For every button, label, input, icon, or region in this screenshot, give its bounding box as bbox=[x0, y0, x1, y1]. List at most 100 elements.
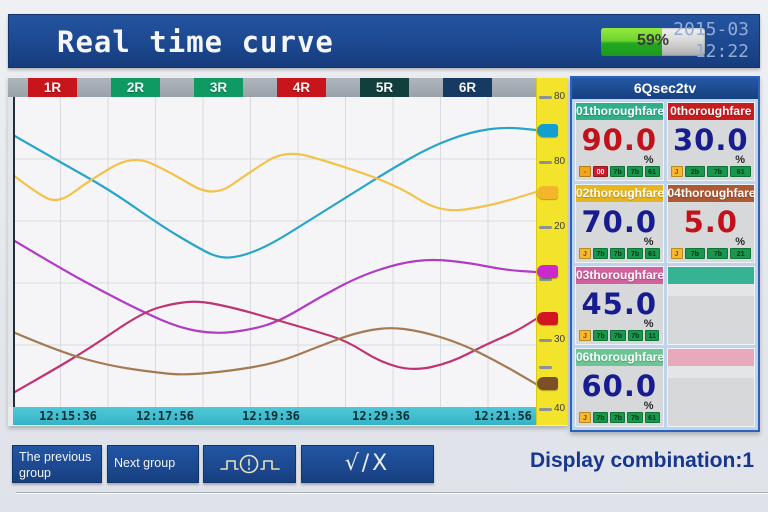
alarm-badge: 7b bbox=[610, 248, 625, 259]
page-title: Real time curve bbox=[57, 25, 334, 59]
crimson-curve bbox=[13, 302, 536, 393]
time-tick-label: 12:15:36 bbox=[39, 409, 97, 423]
title-bar: Real time curve 59% 2015-03 12:22 bbox=[8, 14, 760, 68]
display-combination-value: 1 bbox=[742, 449, 754, 472]
alarm-badge: 7b bbox=[610, 412, 625, 423]
channel-cell-04thoroughfare[interactable]: 04thoroughfare5.0%J7b7b21 bbox=[667, 184, 756, 263]
tab-6r[interactable]: 6R bbox=[443, 78, 492, 97]
empty-cell-band bbox=[668, 366, 755, 378]
channel-value: 30.0 bbox=[668, 123, 755, 157]
tab-3r[interactable]: 3R bbox=[194, 78, 243, 97]
footer-divider bbox=[16, 492, 768, 494]
channel-value: 60.0 bbox=[576, 369, 663, 403]
channel-name-header: 06thoroughfare bbox=[576, 349, 663, 366]
next-group-button[interactable]: Next group bbox=[107, 445, 199, 483]
alarm-badges-row: J7b7b7b61 bbox=[579, 248, 660, 259]
alarm-badge: 7b bbox=[628, 330, 643, 341]
time-tick-label: 12:19:36 bbox=[242, 409, 300, 423]
alarm-badge: J bbox=[671, 248, 683, 259]
time-axis-bar: 12:15:3612:17:5612:19:3612:29:3612:21:56 bbox=[13, 407, 536, 425]
alarm-badge: 61 bbox=[645, 412, 660, 423]
alarm-badge: 7b bbox=[707, 166, 728, 177]
alarm-badge: J bbox=[579, 330, 591, 341]
red-marker bbox=[537, 312, 558, 325]
alarm-badge: 21 bbox=[730, 248, 751, 259]
check-cross-label: √/X bbox=[345, 450, 391, 478]
alarm-badge: 61 bbox=[645, 248, 660, 259]
alarm-badges-row: J2b7b61 bbox=[671, 166, 752, 177]
yellow-curve bbox=[13, 154, 536, 210]
alarm-badge: 61 bbox=[730, 166, 751, 177]
date-text: 2015-03 bbox=[673, 19, 749, 41]
alarm-badge: 7b bbox=[610, 330, 625, 341]
scale-tick bbox=[539, 226, 552, 229]
yellow-marker bbox=[537, 186, 558, 199]
scale-tick-label: 30 bbox=[554, 334, 565, 345]
cyan-curve bbox=[13, 128, 536, 258]
tab-2r[interactable]: 2R bbox=[111, 78, 160, 97]
confirm-cancel-button[interactable]: √/X bbox=[301, 445, 434, 483]
brown-marker bbox=[537, 377, 558, 390]
channel-name-header: 0thoroughfare bbox=[668, 103, 755, 120]
channel-value: 45.0 bbox=[576, 287, 663, 321]
alarm-badges-row: J7b7b7b11 bbox=[579, 330, 660, 341]
group-tabs-bar: 1R 2R 3R 4R 5R 6R bbox=[8, 78, 536, 97]
alarm-badge: 7b bbox=[593, 412, 608, 423]
alarm-badge: 2b bbox=[685, 166, 706, 177]
alarm-badge: 7b bbox=[627, 166, 642, 177]
trend-curves-svg bbox=[13, 97, 536, 407]
panel-interval-label: 6Qsec2tv bbox=[572, 78, 758, 99]
time-tick-label: 12:17:56 bbox=[136, 409, 194, 423]
alarm-badge: J bbox=[671, 166, 683, 177]
alarm-circuit-button[interactable] bbox=[203, 445, 296, 483]
channel-name-header bbox=[668, 349, 755, 366]
y-axis-line bbox=[13, 97, 15, 407]
time-tick-label: 12:29:36 bbox=[352, 409, 410, 423]
channel-cell-01thoroughfare[interactable]: 01thoroughfare90.0%▫007b7b61 bbox=[575, 102, 664, 181]
alarm-badges-row: J7b7b7b61 bbox=[579, 412, 660, 423]
channel-cell-0thoroughfare[interactable]: 0thoroughfare30.0%J2b7b61 bbox=[667, 102, 756, 181]
circuit-alarm-icon bbox=[219, 451, 281, 477]
channel-value: 5.0 bbox=[668, 205, 755, 239]
channel-cell-empty[interactable] bbox=[667, 266, 756, 345]
channel-cells-grid: 01thoroughfare90.0%▫007b7b610thoroughfar… bbox=[572, 99, 758, 430]
channel-name-header: 02thoroughfare bbox=[576, 185, 663, 202]
alarm-badge: J bbox=[579, 248, 591, 259]
brown-curve bbox=[13, 328, 536, 384]
tab-1r[interactable]: 1R bbox=[28, 78, 77, 97]
scale-tick bbox=[539, 366, 552, 369]
scale-tick-label: 80 bbox=[554, 91, 565, 102]
previous-group-button[interactable]: The previous group bbox=[12, 445, 102, 483]
alarm-badge: 61 bbox=[645, 166, 660, 177]
tab-4r[interactable]: 4R bbox=[277, 78, 326, 97]
channel-value: 90.0 bbox=[576, 123, 663, 157]
display-combination-label: Display combination: bbox=[530, 449, 742, 472]
channel-cell-03thoroughfare[interactable]: 03thoroughfare45.0%J7b7b7b11 bbox=[575, 266, 664, 345]
alarm-badge: ▫ bbox=[579, 166, 591, 177]
scale-strip: 80 80 20 30 40 bbox=[536, 78, 568, 425]
alarm-badge: 11 bbox=[645, 330, 660, 341]
channel-cell-02thoroughfare[interactable]: 02thoroughfare70.0%J7b7b7b61 bbox=[575, 184, 664, 263]
scale-tick-label: 40 bbox=[554, 403, 565, 414]
alarm-badge: J bbox=[579, 412, 591, 423]
channel-cell-empty[interactable] bbox=[667, 348, 756, 427]
alarm-badges-row: ▫007b7b61 bbox=[579, 166, 660, 177]
magenta-marker bbox=[537, 265, 558, 278]
alarm-badge: 7b bbox=[610, 166, 625, 177]
tab-5r[interactable]: 5R bbox=[360, 78, 409, 97]
alarm-badge: 7b bbox=[707, 248, 728, 259]
alarm-badge: 00 bbox=[593, 166, 608, 177]
scale-tick bbox=[539, 278, 552, 281]
alarm-badge: 7b bbox=[593, 330, 608, 341]
channel-panel: 6Qsec2tv 01thoroughfare90.0%▫007b7b610th… bbox=[570, 76, 760, 432]
scale-tick-label: 80 bbox=[554, 156, 565, 167]
scale-tick-label: 20 bbox=[554, 221, 565, 232]
scale-tick bbox=[539, 339, 552, 342]
trend-plot-area bbox=[8, 97, 536, 407]
cyan-marker bbox=[537, 124, 558, 137]
channel-name-header: 04thoroughfare bbox=[668, 185, 755, 202]
channel-name-header: 03thoroughfare bbox=[576, 267, 663, 284]
alarm-badge: 7b bbox=[627, 412, 642, 423]
channel-cell-06thoroughfare[interactable]: 06thoroughfare60.0%J7b7b7b61 bbox=[575, 348, 664, 427]
scale-tick bbox=[539, 408, 552, 411]
